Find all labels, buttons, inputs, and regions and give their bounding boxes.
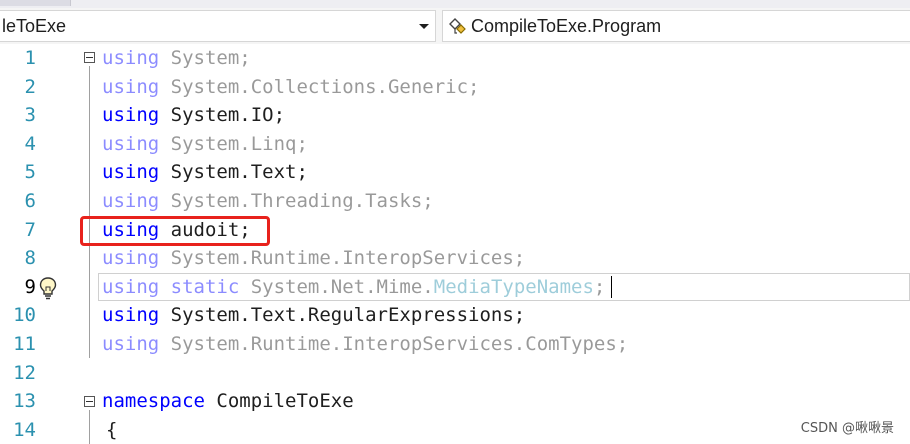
lightbulb-icon[interactable] [38,276,58,300]
outline-guide [89,66,90,358]
collapse-toggle-usings[interactable] [84,52,95,63]
watermark: CSDN @啾啾景 [800,421,894,436]
code-line: using System.IO; [102,104,286,127]
highlight-annotation-box [80,216,270,246]
text-caret [611,276,612,298]
code-line: using System; [102,47,251,69]
chevron-down-icon[interactable] [419,24,429,29]
line-number: 9 [24,275,36,298]
line-number: 3 [24,104,36,127]
code-line: { [106,418,118,441]
tab-strip [0,0,910,8]
code-line: using System.Linq; [102,132,308,155]
line-number: 8 [24,247,36,270]
project-label: leToExe [2,16,67,36]
code-line: namespace CompileToExe [102,390,354,413]
code-line: using System.Text; [102,161,308,184]
line-number: 5 [24,161,36,184]
type-dropdown[interactable]: CompileToExe.Program [442,10,910,42]
outline-guide [89,410,90,444]
navigation-bar: leToExe CompileToExe.Program [0,8,910,45]
class-icon [449,18,466,34]
line-number: 6 [24,190,36,212]
project-dropdown[interactable]: leToExe [0,10,436,42]
code-line: using System.Threading.Tasks; [102,190,434,212]
code-line: using System.Text.RegularExpressions; [102,304,526,327]
document-tab[interactable] [0,0,71,6]
code-editor[interactable]: 1 2 3 4 5 6 7 8 9 10 11 12 13 14 using S… [0,44,910,444]
line-number: 1 [24,47,36,69]
line-number: 7 [24,218,36,241]
code-line: using System.Runtime.InteropServices; [102,247,526,270]
line-number: 10 [13,304,36,327]
line-number: 13 [13,390,36,413]
code-line: using static System.Net.Mime.MediaTypeNa… [102,275,606,298]
line-number: 11 [13,333,36,355]
line-number: 12 [13,361,36,384]
code-line: using System.Runtime.InteropServices.Com… [102,333,629,355]
line-number: 2 [24,75,36,98]
type-label: CompileToExe.Program [471,16,662,36]
line-number: 4 [24,132,36,155]
code-line: using System.Collections.Generic; [102,75,480,98]
collapse-toggle-namespace[interactable] [84,396,95,407]
line-number: 14 [13,418,36,441]
